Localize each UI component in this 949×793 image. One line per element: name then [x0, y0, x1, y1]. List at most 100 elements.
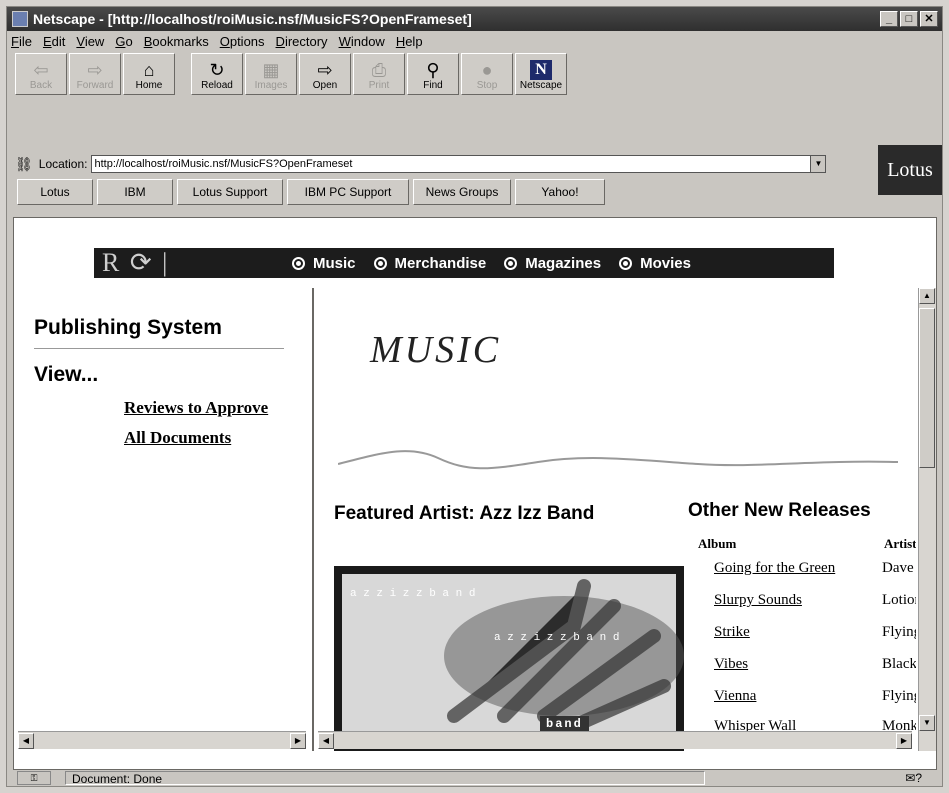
- maximize-button[interactable]: □: [900, 11, 918, 27]
- images-button[interactable]: ▦ Images: [245, 53, 297, 95]
- netscape-n-icon: N: [530, 60, 552, 80]
- menu-view[interactable]: View: [76, 34, 104, 49]
- location-url: http://localhost/roiMusic.nsf/MusicFS?Op…: [94, 158, 353, 170]
- dir-button-yahoo[interactable]: Yahoo!: [515, 179, 605, 205]
- menu-help[interactable]: Help: [396, 34, 423, 49]
- menu-file[interactable]: File: [11, 34, 32, 49]
- album-link[interactable]: Vibes: [714, 656, 882, 673]
- security-key-icon[interactable]: ⚿: [17, 771, 51, 785]
- nav-movies[interactable]: Movies: [619, 255, 691, 272]
- print-button[interactable]: ⎙ Print: [353, 53, 405, 95]
- location-label: Location:: [38, 157, 88, 171]
- status-text: Document: Done: [65, 771, 705, 786]
- reload-button[interactable]: ↻ Reload: [191, 53, 243, 95]
- netscape-button[interactable]: N Netscape: [515, 53, 567, 95]
- home-icon: ⌂: [143, 60, 155, 80]
- dir-button-lotus[interactable]: Lotus: [17, 179, 93, 205]
- radio-icon: [373, 256, 387, 270]
- lotus-brand-logo: Lotus: [878, 145, 942, 195]
- find-icon: ⚲: [426, 60, 440, 80]
- printer-icon: ⎙: [371, 60, 387, 80]
- nav-music[interactable]: Music: [292, 255, 356, 272]
- release-row: Going for the GreenDave I: [714, 560, 916, 577]
- menu-bookmarks[interactable]: Bookmarks: [144, 34, 209, 49]
- netscape-app-icon[interactable]: [12, 11, 28, 27]
- scroll-up-icon[interactable]: ▲: [919, 288, 935, 304]
- scroll-left-icon[interactable]: ◀: [318, 732, 334, 749]
- artist-name: Dave I: [882, 560, 916, 576]
- browser-window: Netscape - [http://localhost/roiMusic.ns…: [6, 6, 943, 787]
- nav-magazines[interactable]: Magazines: [504, 255, 601, 272]
- column-header-album: Album: [698, 536, 737, 551]
- release-row: Vibes Black: [714, 656, 916, 673]
- radio-icon: [504, 256, 518, 270]
- close-button[interactable]: ✕: [920, 11, 938, 27]
- stop-button[interactable]: ● Stop: [461, 53, 513, 95]
- back-arrow-icon: ⇦: [33, 60, 49, 80]
- menu-window[interactable]: Window: [339, 34, 385, 49]
- dir-button-lotus-support[interactable]: Lotus Support: [177, 179, 283, 205]
- featured-artist-heading: Featured Artist: Azz Izz Band: [334, 503, 595, 524]
- title-bar[interactable]: Netscape - [http://localhost/roiMusic.ns…: [7, 7, 942, 31]
- right-vertical-scrollbar[interactable]: ▲ ▼: [918, 288, 936, 751]
- scroll-right-icon[interactable]: ▶: [290, 732, 306, 749]
- page-content: R ⟳ | Music Merchandise Magazines Movies…: [13, 217, 937, 770]
- column-header-artist: Artist: [884, 536, 916, 551]
- forward-button[interactable]: ⇨ Forward: [69, 53, 121, 95]
- left-horizontal-scrollbar[interactable]: ◀ ▶: [18, 731, 306, 749]
- find-button[interactable]: ⚲ Find: [407, 53, 459, 95]
- radio-icon: [619, 256, 633, 270]
- artist-name: Lotion: [882, 592, 916, 608]
- scroll-thumb[interactable]: [919, 308, 935, 468]
- menu-edit[interactable]: Edit: [43, 34, 65, 49]
- forward-arrow-icon: ⇨: [87, 60, 103, 80]
- navigation-toolbar: ⇦ Back ⇨ Forward ⌂ Home ↻ Reload ▦ Images ⇨ Op…: [15, 53, 569, 97]
- directory-buttons: Lotus IBM Lotus Support IBM PC Support N…: [17, 179, 609, 205]
- nav-merchandise[interactable]: Merchandise: [373, 255, 486, 272]
- title-divider: [34, 348, 284, 349]
- minimize-button[interactable]: _: [880, 11, 898, 27]
- stop-icon: ●: [481, 60, 493, 80]
- image-text-mid: a z z i z z b a n d: [494, 632, 620, 644]
- scroll-left-icon[interactable]: ◀: [18, 732, 34, 749]
- artist-name: Black: [882, 656, 916, 672]
- image-band-label: band: [540, 716, 589, 732]
- artist-name: Flying: [882, 688, 916, 704]
- scroll-right-icon[interactable]: ▶: [896, 732, 912, 749]
- location-input[interactable]: http://localhost/roiMusic.nsf/MusicFS?Op…: [91, 155, 827, 173]
- release-row: Slurpy SoundsLotion: [714, 592, 916, 609]
- window-title: Netscape - [http://localhost/roiMusic.ns…: [33, 11, 472, 27]
- release-row: StrikeFlying: [714, 624, 916, 641]
- album-link[interactable]: Strike: [714, 624, 882, 641]
- open-button[interactable]: ⇨ Open: [299, 53, 351, 95]
- right-horizontal-scrollbar[interactable]: ◀ ▶: [318, 731, 912, 749]
- menu-options[interactable]: Options: [220, 34, 265, 49]
- dir-button-news-groups[interactable]: News Groups: [413, 179, 511, 205]
- right-frame: MUSIC Featured Artist: Azz Izz Band a z …: [316, 288, 916, 751]
- site-banner: R ⟳ | Music Merchandise Magazines Movies: [94, 248, 834, 278]
- mail-icon[interactable]: ✉?: [905, 771, 922, 785]
- link-all-documents[interactable]: All Documents: [124, 428, 231, 448]
- menu-go[interactable]: Go: [115, 34, 132, 49]
- menu-directory[interactable]: Directory: [276, 34, 328, 49]
- open-icon: ⇨: [317, 60, 333, 80]
- album-link[interactable]: Slurpy Sounds: [714, 592, 882, 609]
- back-button[interactable]: ⇦ Back: [15, 53, 67, 95]
- decorative-squiggle: [338, 450, 898, 470]
- site-logo[interactable]: R ⟳ |: [102, 248, 292, 278]
- link-reviews-to-approve[interactable]: Reviews to Approve: [124, 398, 268, 418]
- link-chain-icon[interactable]: ⛓: [15, 156, 33, 173]
- left-frame: Publishing System View... Reviews to App…: [14, 288, 314, 751]
- dir-button-ibm-pc-support[interactable]: IBM PC Support: [287, 179, 409, 205]
- dir-button-ibm[interactable]: IBM: [97, 179, 173, 205]
- music-script-heading: MUSIC: [370, 329, 502, 371]
- scroll-down-icon[interactable]: ▼: [919, 715, 935, 731]
- album-link[interactable]: Vienna: [714, 688, 882, 705]
- featured-artist-image[interactable]: a z z i z z b a n d a z z i z z b a n d …: [334, 566, 684, 751]
- album-link[interactable]: Going for the Green: [714, 560, 882, 577]
- home-button[interactable]: ⌂ Home: [123, 53, 175, 95]
- location-dropdown-icon[interactable]: ▼: [810, 156, 826, 172]
- images-icon: ▦: [262, 60, 280, 80]
- image-text-top: a z z i z z b a n d: [350, 588, 476, 600]
- status-bar: ⚿ Document: Done ✉?: [7, 769, 942, 786]
